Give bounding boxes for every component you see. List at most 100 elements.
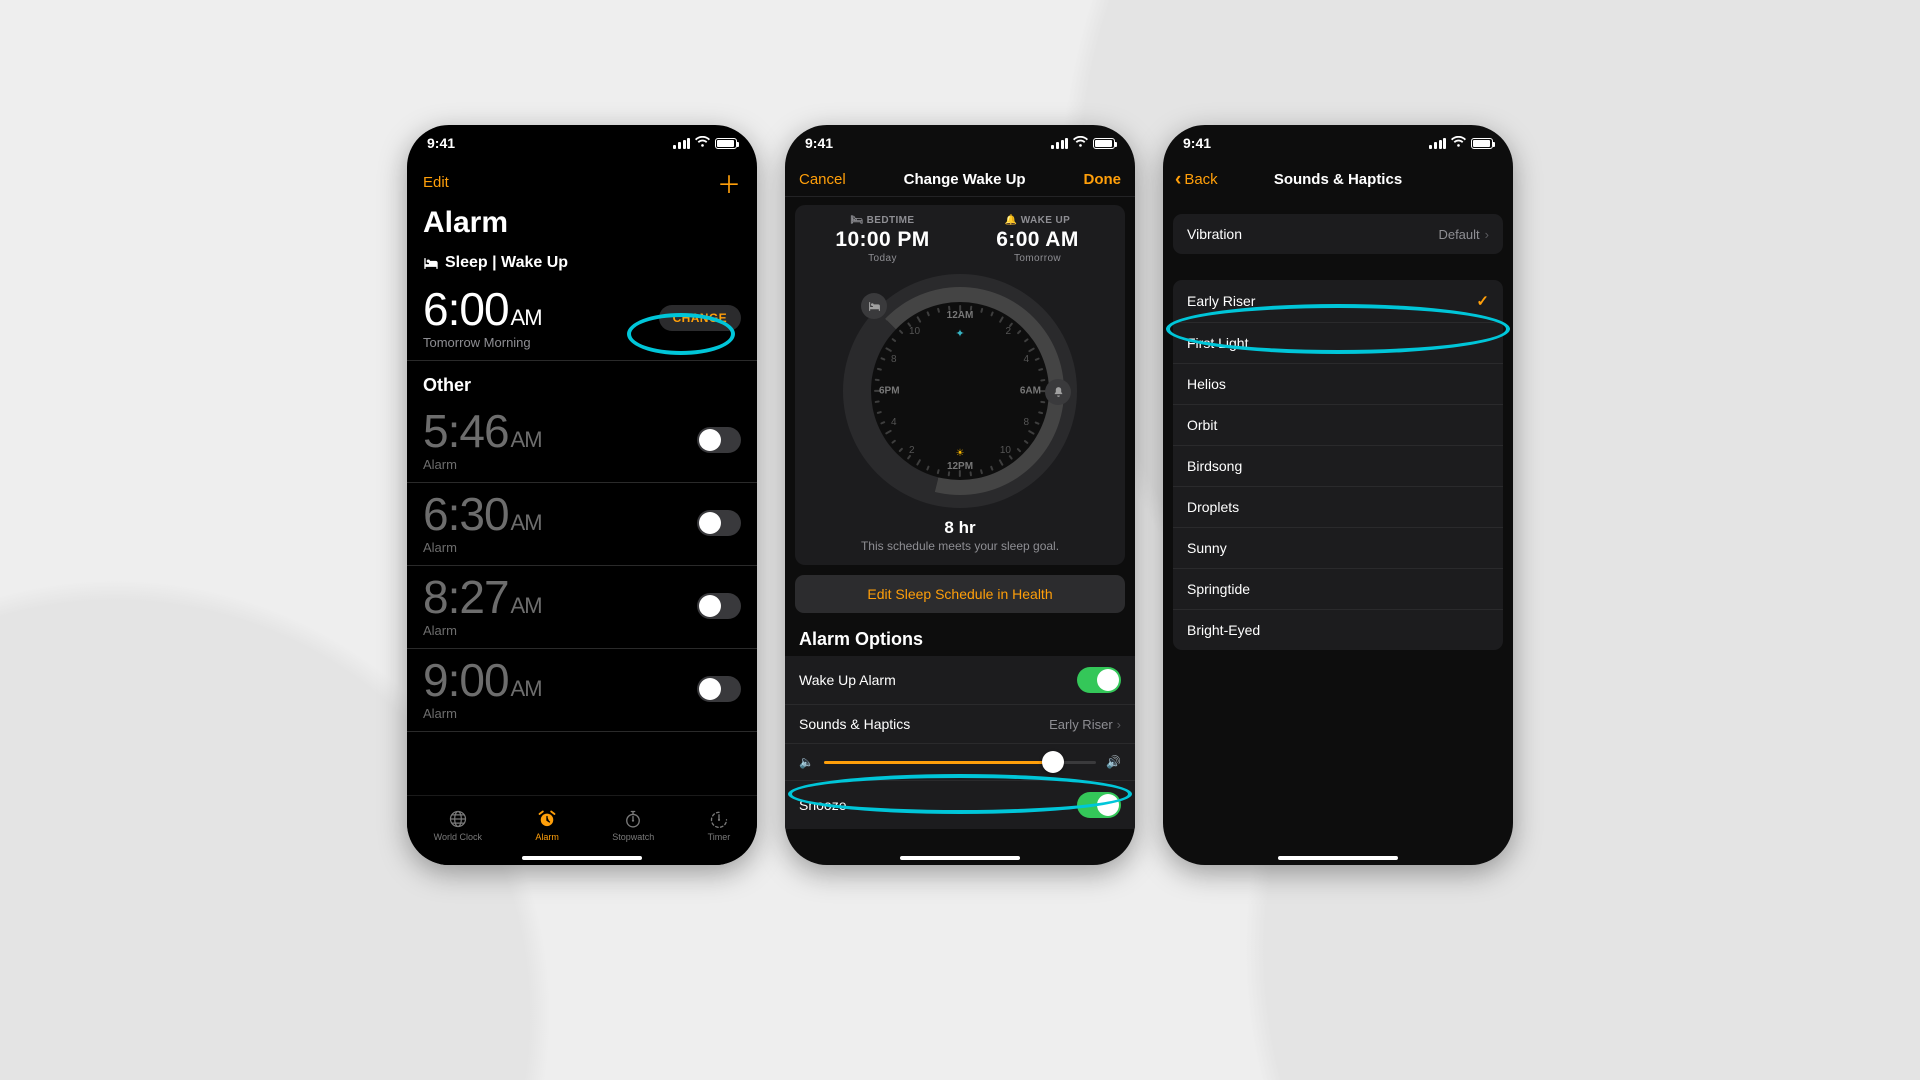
sound-name: Birdsong (1187, 458, 1242, 474)
alarm-icon (537, 809, 557, 829)
sound-name: Droplets (1187, 499, 1239, 515)
back-label: Back (1184, 171, 1217, 188)
wakeup-value: 6:00 AM (960, 228, 1115, 252)
snooze-label: Snooze (799, 797, 846, 813)
cancel-button[interactable]: Cancel (799, 171, 846, 188)
bed-icon (423, 258, 439, 269)
volume-row: 🔈 🔊 (785, 743, 1135, 780)
change-button[interactable]: CHANGE (659, 305, 741, 331)
alarm-label: Alarm (423, 706, 542, 721)
other-section-header: Other (407, 361, 757, 400)
wifi-icon (1073, 135, 1088, 151)
chevron-left-icon: ‹ (1175, 169, 1181, 191)
status-time: 9:41 (805, 135, 833, 151)
done-button[interactable]: Done (1083, 171, 1121, 188)
face-6pm: 6PM (879, 386, 900, 397)
sound-option[interactable]: First Light (1173, 322, 1503, 363)
tab-label: World Clock (434, 832, 482, 842)
nav-bar: Cancel Change Wake Up Done (785, 161, 1135, 197)
bed-icon: 🛏 (851, 215, 864, 226)
alarm-label: Alarm (423, 457, 542, 472)
page-title: Alarm (407, 204, 757, 248)
chevron-right-icon: › (1117, 717, 1121, 732)
cellular-icon (1051, 138, 1068, 149)
wakeup-block: 🔔WAKE UP 6:00 AM Tomorrow (960, 215, 1115, 264)
speaker-high-icon: 🔊 (1106, 755, 1121, 769)
alarm-row[interactable]: 9:00AM Alarm (407, 649, 757, 732)
wakeup-subtitle: Tomorrow Morning (423, 335, 542, 350)
sound-option[interactable]: Bright-Eyed (1173, 609, 1503, 650)
phone-change-wakeup: 9:41 Cancel Change Wake Up Done 🛏BEDTIME… (785, 125, 1135, 865)
sound-name: Springtide (1187, 581, 1250, 597)
alarm-row[interactable]: 8:27AM Alarm (407, 566, 757, 649)
volume-slider[interactable] (824, 761, 1096, 764)
tab-stopwatch[interactable]: Stopwatch (612, 809, 654, 842)
snooze-row: Snooze (785, 780, 1135, 829)
tab-world-clock[interactable]: World Clock (434, 809, 482, 842)
sleep-dial[interactable]: 12AM 12PM 6PM 6AM ✦ ☀ 2 4 8 10 2 4 8 10 (843, 274, 1077, 508)
battery-icon (1093, 138, 1115, 149)
home-indicator[interactable] (1278, 856, 1398, 860)
sound-option[interactable]: Springtide (1173, 568, 1503, 609)
stars-icon: ✦ (955, 327, 964, 340)
stage: 9:41 Edit ＋ Alarm Sleep | Wake Up 6:00AM… (220, 125, 1700, 955)
alarm-row[interactable]: 6:30AM Alarm (407, 483, 757, 566)
sounds-list: Early Riser✓ First Light Helios Orbit Birdso… (1173, 280, 1503, 650)
phone-alarm-list: 9:41 Edit ＋ Alarm Sleep | Wake Up 6:00AM… (407, 125, 757, 865)
tab-label: Stopwatch (612, 832, 654, 842)
alarm-toggle[interactable] (697, 593, 741, 619)
chevron-right-icon: › (1485, 227, 1489, 242)
face-num: 4 (891, 417, 897, 428)
sleep-section-header: Sleep | Wake Up (407, 248, 757, 280)
sound-option[interactable]: Droplets (1173, 486, 1503, 527)
tab-alarm[interactable]: Alarm (535, 809, 559, 842)
sounds-haptics-row[interactable]: Sounds & Haptics Early Riser › (785, 704, 1135, 743)
alarm-toggle[interactable] (697, 427, 741, 453)
sound-option[interactable]: Sunny (1173, 527, 1503, 568)
vibration-label: Vibration (1187, 226, 1242, 242)
alarm-time: 5:46AM (423, 408, 542, 454)
face-num: 10 (1000, 445, 1011, 456)
sound-option[interactable]: Helios (1173, 363, 1503, 404)
alarm-row[interactable]: 5:46AM Alarm (407, 400, 757, 483)
home-indicator[interactable] (522, 856, 642, 860)
face-num: 4 (1023, 354, 1029, 365)
schedule-card: 🛏BEDTIME 10:00 PM Today 🔔WAKE UP 6:00 AM… (795, 205, 1125, 565)
sound-name: Bright-Eyed (1187, 622, 1260, 638)
snooze-toggle[interactable] (1077, 792, 1121, 818)
checkmark-icon: ✓ (1476, 292, 1489, 310)
nav-bar: Edit ＋ (407, 161, 757, 204)
tab-label: Alarm (535, 832, 559, 842)
edit-button[interactable]: Edit (423, 174, 449, 191)
sound-name: Orbit (1187, 417, 1217, 433)
face-num: 2 (909, 445, 915, 456)
tab-timer[interactable]: Timer (708, 809, 731, 842)
sleep-goal-text: This schedule meets your sleep goal. (805, 539, 1115, 553)
speaker-low-icon: 🔈 (799, 755, 814, 769)
wakeup-handle[interactable] (1045, 379, 1071, 405)
alarm-toggle[interactable] (697, 676, 741, 702)
vibration-row[interactable]: Vibration Default › (1173, 214, 1503, 254)
edit-schedule-button[interactable]: Edit Sleep Schedule in Health (795, 575, 1125, 613)
sound-name: First Light (1187, 335, 1248, 351)
sound-option[interactable]: Orbit (1173, 404, 1503, 445)
bedtime-handle[interactable] (861, 293, 887, 319)
sound-option[interactable]: Birdsong (1173, 445, 1503, 486)
home-indicator[interactable] (900, 856, 1020, 860)
clock-face: 12AM 12PM 6PM 6AM ✦ ☀ 2 4 8 10 2 4 8 10 (871, 302, 1049, 480)
sound-option[interactable]: Early Riser✓ (1173, 280, 1503, 322)
status-time: 9:41 (1183, 135, 1211, 151)
wakeup-alarm-row: Wake Up Alarm (785, 656, 1135, 704)
tab-label: Timer (708, 832, 731, 842)
sounds-haptics-label: Sounds & Haptics (799, 716, 910, 732)
add-alarm-button[interactable]: ＋ (717, 165, 741, 200)
sound-name: Helios (1187, 376, 1226, 392)
battery-icon (1471, 138, 1493, 149)
wakeup-alarm-toggle[interactable] (1077, 667, 1121, 693)
nav-title: Change Wake Up (904, 171, 1026, 188)
alarm-toggle[interactable] (697, 510, 741, 536)
wifi-icon (695, 135, 710, 151)
face-12pm: 12PM (947, 461, 973, 472)
cellular-icon (673, 138, 690, 149)
back-button[interactable]: ‹ Back (1175, 169, 1218, 191)
